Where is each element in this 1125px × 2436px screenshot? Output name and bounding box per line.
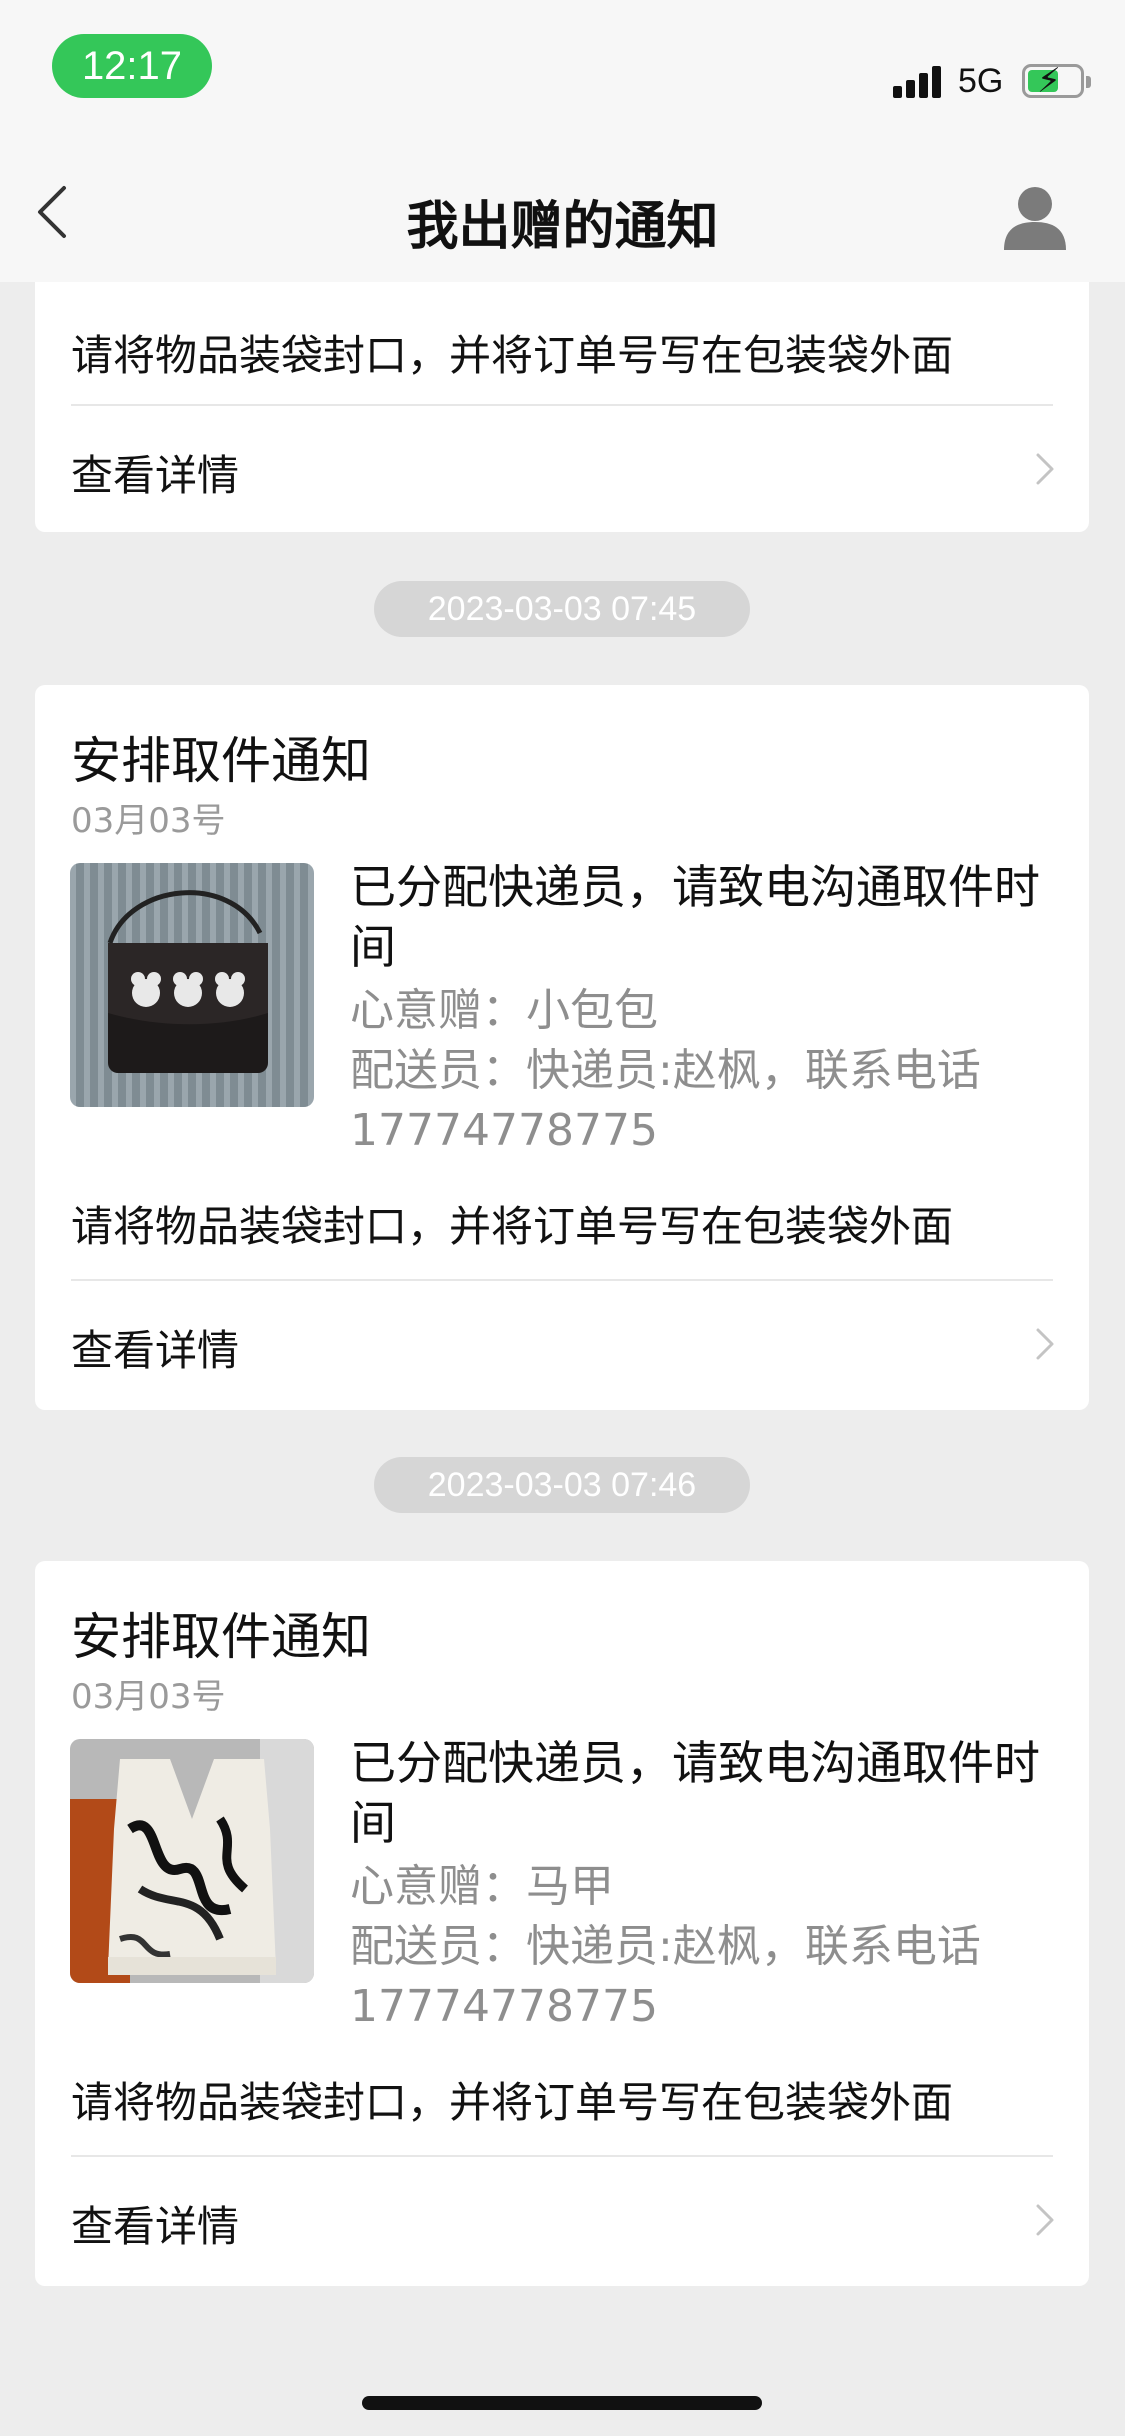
message-timestamp: 2023-03-03 07:45	[374, 581, 750, 637]
profile-button[interactable]	[1000, 182, 1070, 252]
battery-icon: ⚡	[1022, 61, 1091, 101]
notification-card: 安排取件通知 03月03号 已分配快递员，请致电沟通取件时间 心意赠：小包包 配…	[35, 685, 1089, 1410]
status-time: 12:17	[52, 34, 212, 98]
notification-date: 03月03号	[71, 1677, 226, 1717]
view-details-button[interactable]: 查看详情	[35, 1281, 1089, 1407]
chevron-right-icon	[1036, 453, 1054, 485]
notification-title: 安排取件通知	[71, 732, 371, 790]
gift-item: 心意赠：小包包	[350, 985, 658, 1036]
notification-message: 已分配快递员，请致电沟通取件时间	[350, 860, 1040, 974]
notification-date: 03月03号	[71, 801, 226, 841]
handbag-photo[interactable]	[70, 863, 314, 1107]
view-details-label: 查看详情	[71, 2202, 240, 2251]
network-type: 5G	[958, 62, 1004, 100]
view-details-button[interactable]: 查看详情	[35, 2157, 1089, 2283]
signal-icon	[893, 64, 945, 98]
notification-message: 已分配快递员，请致电沟通取件时间	[350, 1736, 1040, 1850]
view-details-label: 查看详情	[71, 451, 240, 500]
courier-info: 配送员：快递员:赵枫，联系电话17774778775	[350, 1921, 981, 2032]
status-bar: 12:17 5G ⚡	[0, 0, 1125, 140]
packing-instruction: 请将物品装袋封口，并将订单号写在包装袋外面	[71, 331, 954, 380]
packing-instruction: 请将物品装袋封口，并将订单号写在包装袋外面	[71, 2078, 954, 2127]
view-details-button[interactable]: 查看详情	[35, 406, 1089, 532]
notification-card: 安排取件通知 03月03号 已分配快递员，请致电沟通取件时间 心意赠：马甲 配送…	[35, 1561, 1089, 2286]
gift-item: 心意赠：马甲	[350, 1861, 614, 1912]
notification-title: 安排取件通知	[71, 1608, 371, 1666]
page-title: 我出赠的通知	[406, 197, 719, 257]
vest-photo[interactable]	[70, 1739, 314, 1983]
chevron-right-icon	[1036, 1328, 1054, 1360]
packing-instruction: 请将物品装袋封口，并将订单号写在包装袋外面	[71, 1202, 954, 1251]
chevron-right-icon	[1036, 2204, 1054, 2236]
person-icon	[1004, 187, 1066, 250]
notification-card-partial: 请将物品装袋封口，并将订单号写在包装袋外面 查看详情	[35, 282, 1089, 532]
view-details-label: 查看详情	[71, 1326, 240, 1375]
message-timestamp: 2023-03-03 07:46	[374, 1457, 750, 1513]
courier-info: 配送员：快递员:赵枫，联系电话17774778775	[350, 1045, 981, 1156]
nav-bar: 我出赠的通知	[0, 140, 1125, 282]
home-indicator[interactable]	[362, 2396, 762, 2410]
